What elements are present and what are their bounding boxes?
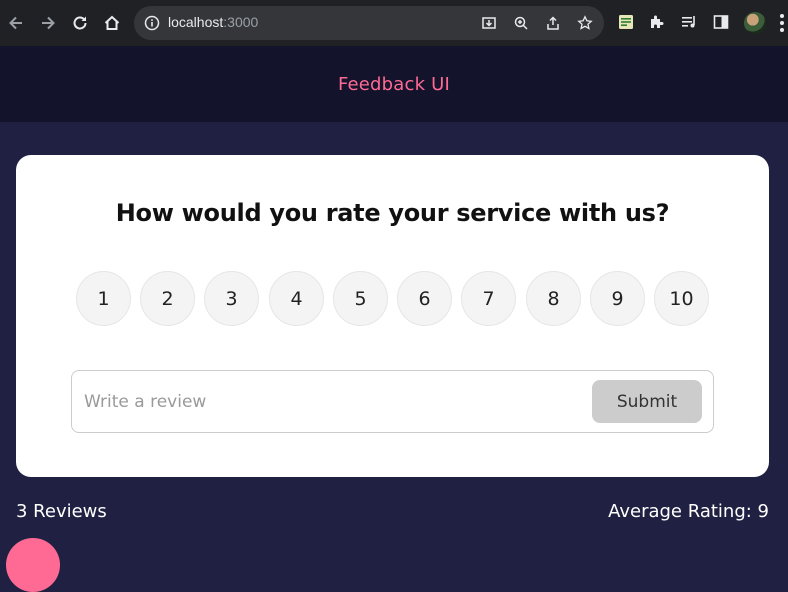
- home-button[interactable]: [100, 11, 124, 35]
- install-app-icon[interactable]: [480, 14, 498, 32]
- forward-button[interactable]: [36, 11, 60, 35]
- browser-toolbar: localhost:3000: [0, 0, 788, 46]
- back-button[interactable]: [4, 11, 28, 35]
- media-queue-icon[interactable]: [679, 12, 699, 32]
- app-title: Feedback UI: [337, 73, 451, 95]
- profile-avatar[interactable]: [744, 12, 766, 34]
- app-header: Feedback UI: [0, 46, 788, 122]
- rating-options: 1 2 3 4 5 6 7 8 9 10: [76, 271, 716, 327]
- browser-menu-icon[interactable]: [780, 14, 784, 32]
- average-rating: Average Rating: 9: [608, 501, 769, 522]
- home-icon: [104, 15, 120, 30]
- rating-question: How would you rate your service with us?: [115, 199, 670, 227]
- rating-option-9[interactable]: 9: [590, 271, 645, 326]
- address-bar[interactable]: localhost:3000: [134, 6, 604, 40]
- url-port: :3000: [223, 14, 259, 30]
- submit-button[interactable]: Submit: [592, 380, 702, 423]
- rating-option-5[interactable]: 5: [333, 271, 388, 326]
- rating-option-1[interactable]: 1: [76, 271, 131, 326]
- rating-option-4[interactable]: 4: [269, 271, 324, 326]
- rating-option-8[interactable]: 8: [526, 271, 581, 326]
- info-icon[interactable]: [144, 15, 160, 35]
- rating-option-7[interactable]: 7: [461, 271, 516, 326]
- extensions-puzzle-icon[interactable]: [647, 12, 667, 32]
- side-panel-icon[interactable]: [711, 12, 731, 32]
- review-rating-badge: [6, 538, 60, 592]
- reload-button[interactable]: [68, 11, 92, 35]
- rating-option-2[interactable]: 2: [140, 271, 195, 326]
- rating-option-3[interactable]: 3: [204, 271, 259, 326]
- url-text: localhost:3000: [168, 14, 258, 30]
- review-form: Submit: [71, 370, 714, 433]
- review-count: 3 Reviews: [16, 501, 107, 522]
- arrow-right-icon: [42, 16, 55, 30]
- url-host: localhost: [168, 14, 224, 30]
- share-icon[interactable]: [544, 14, 562, 32]
- reload-icon: [73, 16, 87, 30]
- bookmark-star-icon[interactable]: [576, 14, 594, 32]
- rating-option-10[interactable]: 10: [654, 271, 709, 326]
- sheets-extension-icon[interactable]: [616, 12, 636, 32]
- arrow-left-icon: [9, 16, 22, 30]
- review-input[interactable]: [82, 381, 586, 423]
- rating-option-6[interactable]: 6: [397, 271, 452, 326]
- feedback-card: How would you rate your service with us?…: [16, 155, 769, 477]
- zoom-icon[interactable]: [512, 14, 530, 32]
